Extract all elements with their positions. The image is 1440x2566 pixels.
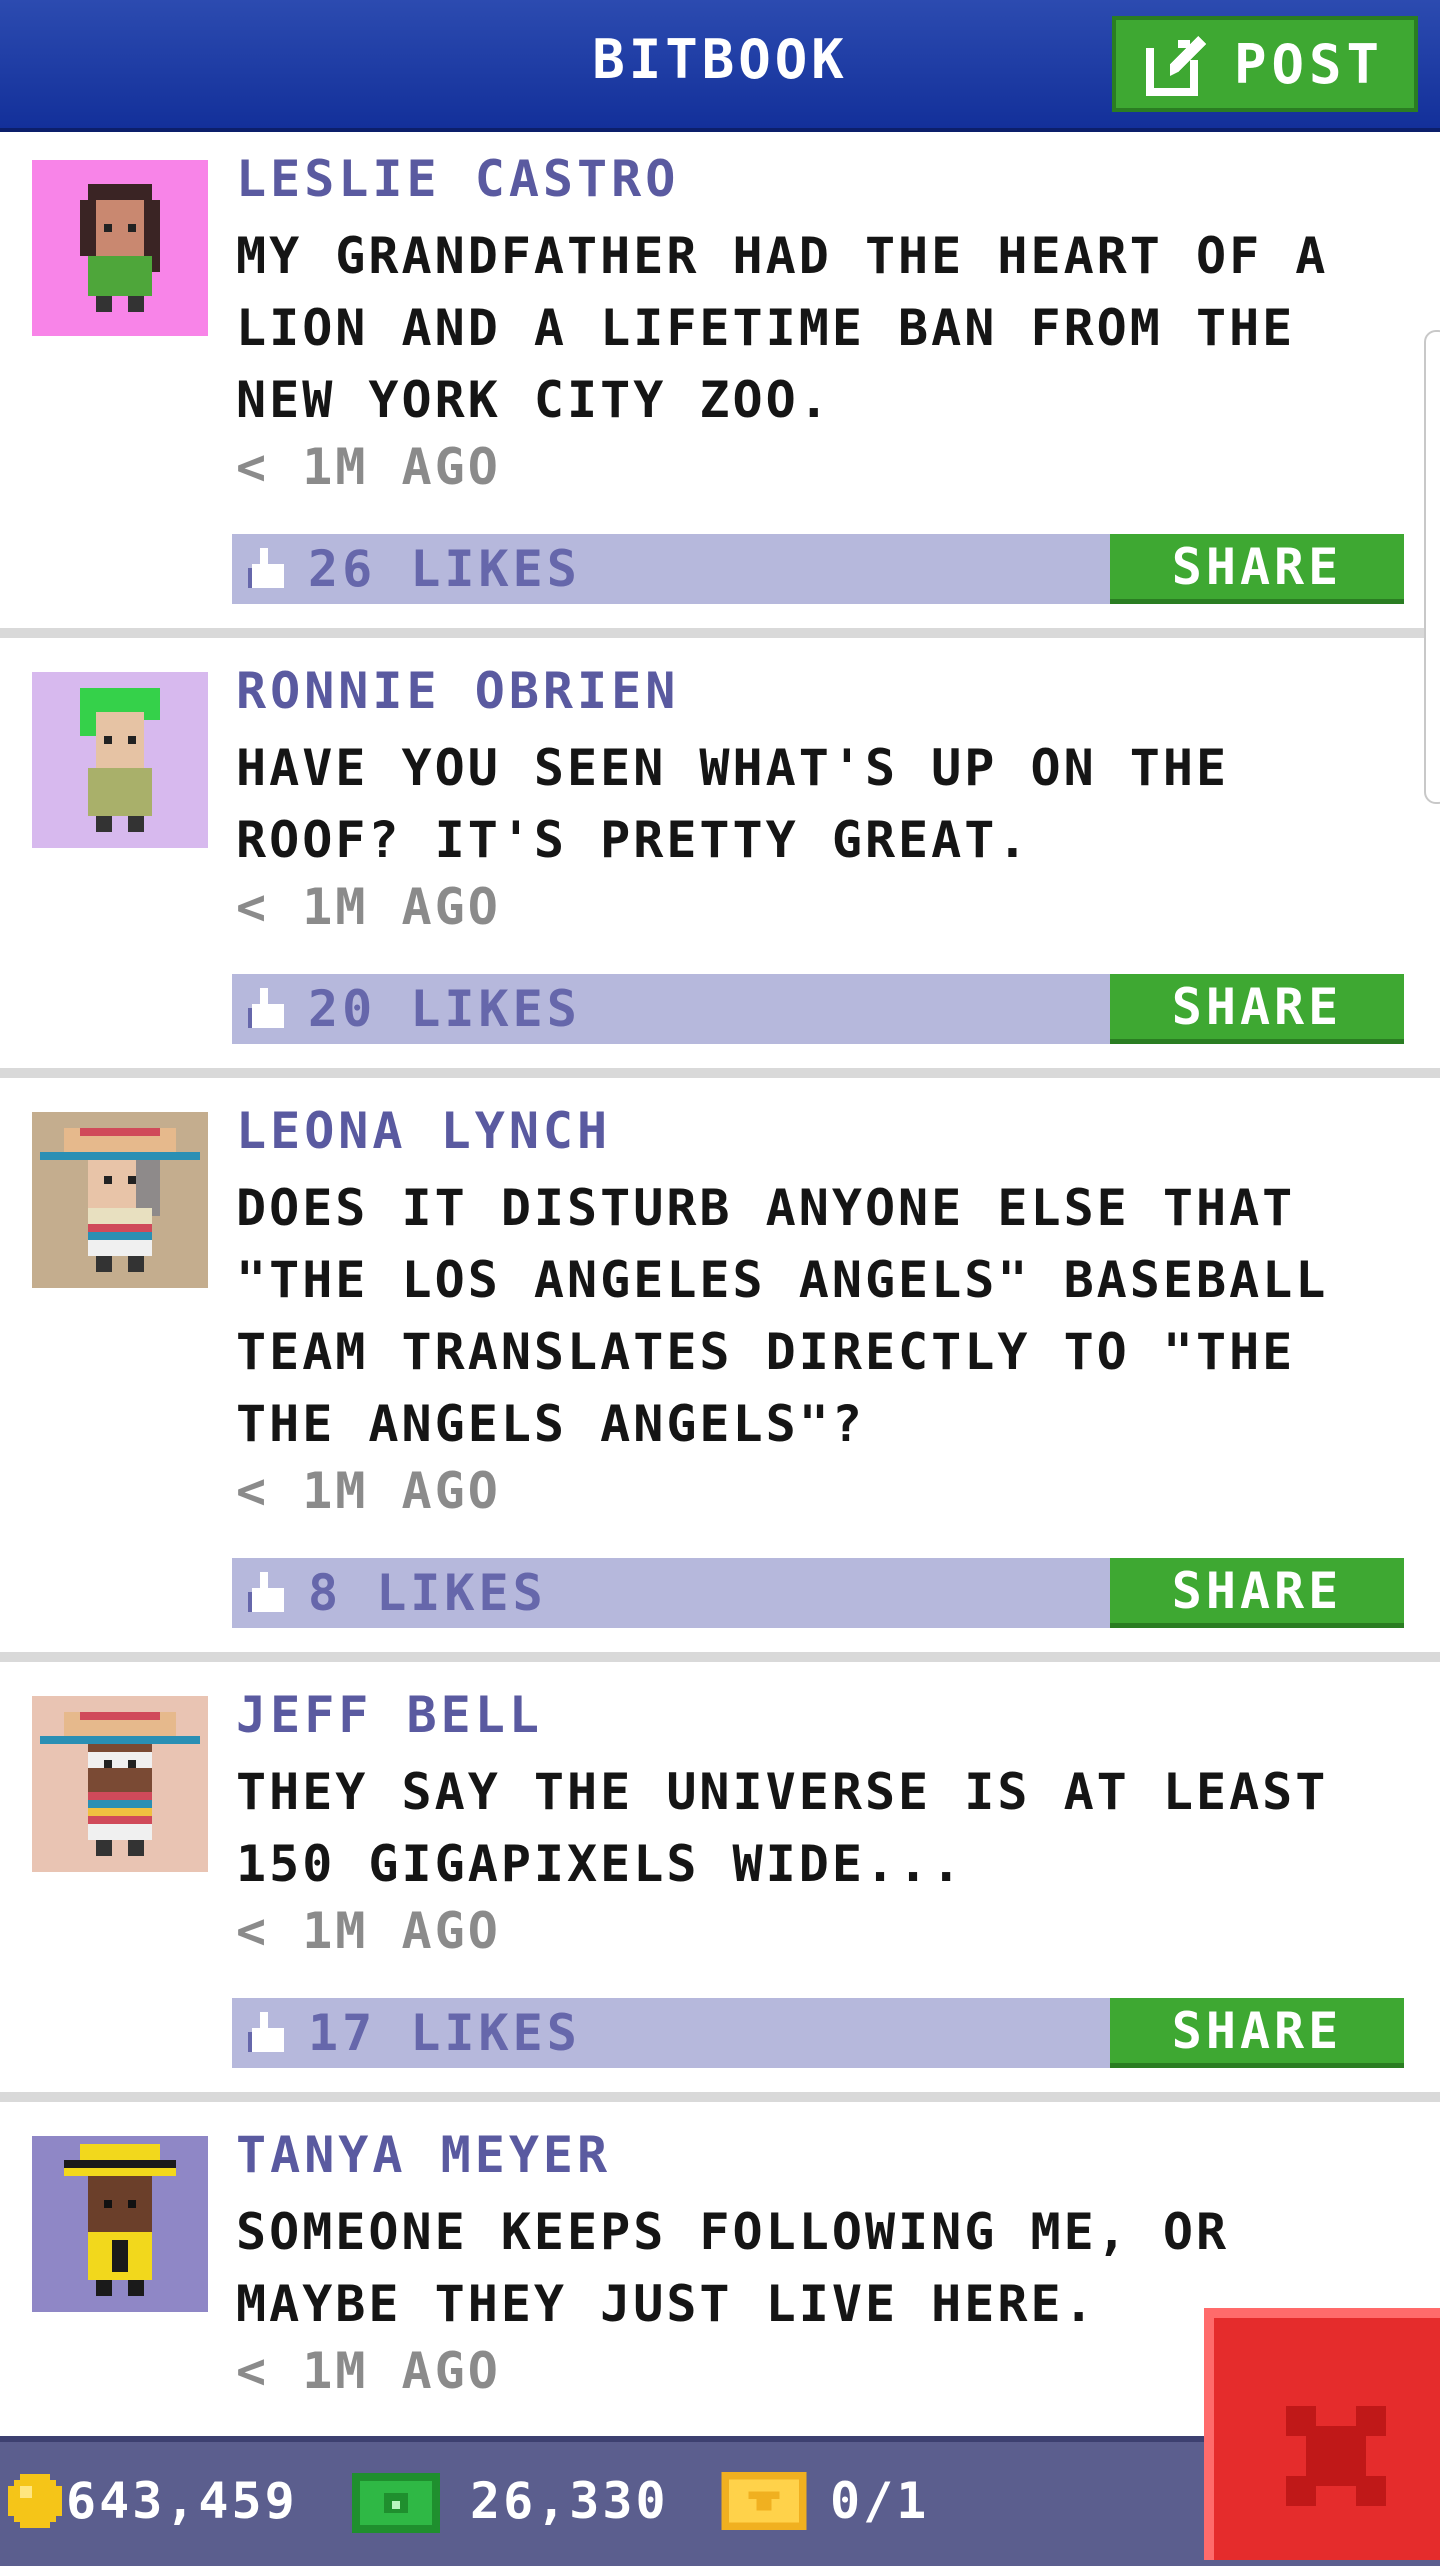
- share-button[interactable]: SHARE: [1110, 1998, 1404, 2068]
- post-button-label: POST: [1233, 32, 1385, 96]
- likes-count: 20 LIKES: [308, 980, 581, 1038]
- avatar: [32, 1112, 208, 1288]
- thumbs-up-icon[interactable]: [248, 548, 292, 596]
- likes-bar: 17 LIKES SHARE: [232, 1998, 1404, 2068]
- post-author[interactable]: LEONA LYNCH: [236, 1102, 611, 1160]
- post-author[interactable]: LESLIE CASTRO: [236, 150, 679, 208]
- post-author[interactable]: JEFF BELL: [236, 1686, 543, 1744]
- post-timestamp: < 1M AGO: [236, 2342, 501, 2400]
- post-divider: [0, 1068, 1440, 1078]
- post-item: LESLIE CASTRO MY GRANDFATHER HAD THE HEA…: [0, 132, 1440, 636]
- thumbs-up-icon[interactable]: [248, 2012, 292, 2060]
- post-divider: [0, 1652, 1440, 1662]
- likes-bar: 20 LIKES SHARE: [232, 974, 1404, 1044]
- avatar: [32, 2136, 208, 2312]
- bux-count: 26,330: [470, 2472, 669, 2530]
- post-button[interactable]: POST: [1112, 16, 1418, 112]
- share-button[interactable]: SHARE: [1110, 974, 1404, 1044]
- close-button[interactable]: [1204, 2308, 1440, 2560]
- post-timestamp: < 1M AGO: [236, 1902, 501, 1960]
- avatar: [32, 672, 208, 848]
- post-divider: [0, 2092, 1440, 2102]
- post-item: JEFF BELL THEY SAY THE UNIVERSE IS AT LE…: [0, 1662, 1440, 2096]
- share-button[interactable]: SHARE: [1110, 534, 1404, 604]
- scrollbar-thumb[interactable]: [1424, 330, 1440, 804]
- likes-count: 17 LIKES: [308, 2004, 581, 2062]
- post-item: RONNIE OBRIEN HAVE YOU SEEN WHAT'S UP ON…: [0, 638, 1440, 1072]
- likes-bar: 26 LIKES SHARE: [232, 534, 1404, 604]
- post-text: MY GRANDFATHER HAD THE HEART OF A LION A…: [236, 227, 1329, 429]
- likes-bar: 8 LIKES SHARE: [232, 1558, 1404, 1628]
- coins-count: 643,459: [66, 2472, 298, 2530]
- likes-count: 26 LIKES: [308, 540, 581, 598]
- close-icon: [1276, 2396, 1396, 2520]
- post-author[interactable]: RONNIE OBRIEN: [236, 662, 679, 720]
- tickets-count: 0/1: [830, 2472, 930, 2530]
- post-divider: [0, 628, 1440, 638]
- thumbs-up-icon[interactable]: [248, 1572, 292, 1620]
- avatar: [32, 1696, 208, 1872]
- post-text: HAVE YOU SEEN WHAT'S UP ON THE ROOF? IT'…: [236, 739, 1230, 869]
- avatar: [32, 160, 208, 336]
- bux-icon: [352, 2472, 440, 2538]
- ticket-icon: [720, 2472, 808, 2534]
- post-text: THEY SAY THE UNIVERSE IS AT LEAST 150 GI…: [236, 1763, 1329, 1893]
- post-timestamp: < 1M AGO: [236, 438, 501, 496]
- edit-icon: [1145, 32, 1210, 96]
- share-button[interactable]: SHARE: [1110, 1558, 1404, 1628]
- post-author[interactable]: TANYA MEYER: [236, 2126, 611, 2184]
- post-timestamp: < 1M AGO: [236, 878, 501, 936]
- post-text: DOES IT DISTURB ANYONE ELSE THAT "THE LO…: [236, 1179, 1329, 1453]
- header-bar: BITBOOK POST: [0, 0, 1440, 132]
- coin-icon: [8, 2474, 62, 2532]
- thumbs-up-icon[interactable]: [248, 988, 292, 1036]
- likes-count: 8 LIKES: [308, 1564, 547, 1622]
- post-timestamp: < 1M AGO: [236, 1462, 501, 1520]
- post-item: LEONA LYNCH DOES IT DISTURB ANYONE ELSE …: [0, 1078, 1440, 1648]
